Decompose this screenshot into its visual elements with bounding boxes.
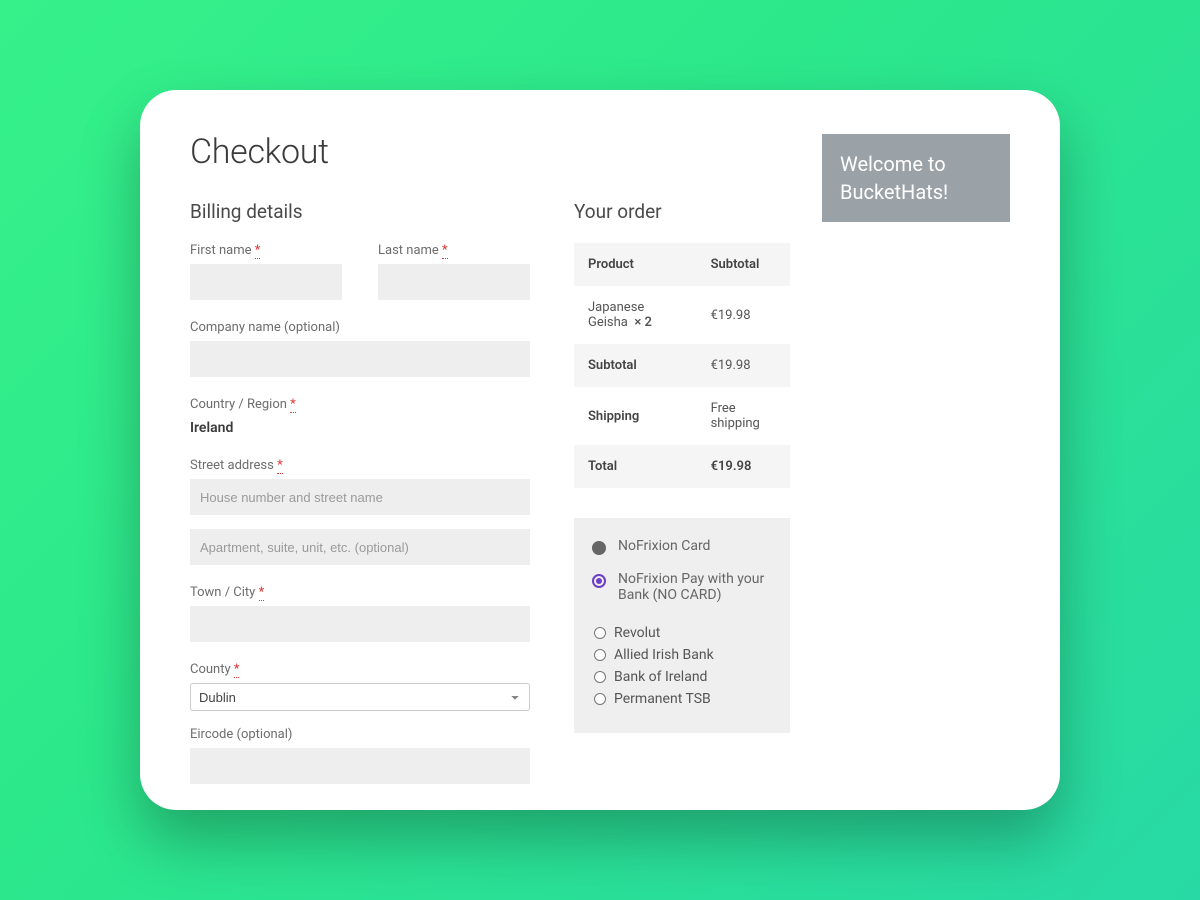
street2-field	[190, 529, 530, 565]
bank-option[interactable]: Permanent TSB	[594, 691, 772, 707]
first-name-label-text: First name	[190, 243, 251, 258]
col-product: Product	[574, 243, 697, 286]
town-label-text: Town / City	[190, 585, 255, 600]
order-item-row: Japanese Geisha × 2 €19.98	[574, 286, 790, 344]
first-name-input[interactable]	[190, 264, 342, 300]
country-field: Country / Region * Ireland	[190, 397, 530, 436]
shipping-label: Shipping	[574, 387, 697, 445]
company-label: Company name (optional)	[190, 320, 530, 335]
eircode-field: Eircode (optional)	[190, 727, 530, 784]
street-label: Street address *	[190, 458, 530, 473]
subtotal-value: €19.98	[697, 344, 790, 387]
checkout-card: Checkout Billing details First name *	[140, 90, 1060, 810]
last-name-label: Last name *	[378, 243, 530, 258]
order-column: Your order Product Subtotal Japanese	[574, 200, 790, 804]
payment-method-label: NoFrixion Pay with your Bank (NO CARD)	[618, 571, 772, 603]
total-value: €19.98	[697, 445, 790, 488]
payment-method-bank[interactable]: NoFrixion Pay with your Bank (NO CARD)	[592, 571, 772, 603]
country-value: Ireland	[190, 420, 530, 436]
col-subtotal: Subtotal	[697, 243, 790, 286]
required-mark: *	[442, 243, 448, 259]
payment-box: NoFrixion Card NoFrixion Pay with your B…	[574, 518, 790, 733]
subtotal-label: Subtotal	[574, 344, 697, 387]
bank-label: Revolut	[614, 625, 660, 641]
bank-radio[interactable]	[594, 649, 606, 661]
street-label-text: Street address	[190, 458, 274, 473]
main-column: Checkout Billing details First name *	[190, 132, 790, 810]
country-label: Country / Region *	[190, 397, 530, 412]
required-mark: *	[277, 458, 283, 474]
order-heading: Your order	[574, 200, 790, 223]
billing-column: Billing details First name * Last name	[190, 200, 530, 804]
page-title: Checkout	[190, 132, 790, 172]
bank-list: Revolut Allied Irish Bank Bank of Irelan…	[592, 625, 772, 707]
card-inner: Checkout Billing details First name *	[140, 90, 1060, 810]
street2-input[interactable]	[190, 529, 530, 565]
radio-icon	[592, 541, 606, 555]
bank-option[interactable]: Bank of Ireland	[594, 669, 772, 685]
company-input[interactable]	[190, 341, 530, 377]
street-field: Street address *	[190, 458, 530, 515]
order-item-subtotal: €19.98	[697, 286, 790, 344]
shipping-value: Free shipping	[697, 387, 790, 445]
bank-option[interactable]: Revolut	[594, 625, 772, 641]
order-table: Product Subtotal Japanese Geisha × 2 €19…	[574, 243, 790, 488]
required-mark: *	[259, 585, 265, 601]
town-field: Town / City *	[190, 585, 530, 642]
payment-method-label: NoFrixion Card	[618, 538, 710, 554]
country-label-text: Country / Region	[190, 397, 287, 412]
bank-radio[interactable]	[594, 693, 606, 705]
sidebar: Welcome to BucketHats!	[822, 132, 1010, 810]
town-input[interactable]	[190, 606, 530, 642]
town-label: Town / City *	[190, 585, 530, 600]
bank-label: Permanent TSB	[614, 691, 711, 707]
last-name-label-text: Last name	[378, 243, 439, 258]
company-field: Company name (optional)	[190, 320, 530, 377]
total-label: Total	[574, 445, 697, 488]
county-label-text: County	[190, 662, 231, 677]
bank-radio[interactable]	[594, 627, 606, 639]
eircode-input[interactable]	[190, 748, 530, 784]
county-label: County *	[190, 662, 530, 677]
payment-method-card[interactable]: NoFrixion Card	[592, 538, 772, 555]
bank-option[interactable]: Allied Irish Bank	[594, 647, 772, 663]
required-mark: *	[290, 397, 296, 413]
radio-icon	[592, 574, 606, 588]
county-field: County * Dublin	[190, 662, 530, 711]
county-select[interactable]: Dublin	[190, 683, 530, 711]
first-name-label: First name *	[190, 243, 342, 258]
bank-label: Bank of Ireland	[614, 669, 707, 685]
billing-heading: Billing details	[190, 200, 530, 223]
bank-label: Allied Irish Bank	[614, 647, 714, 663]
bank-radio[interactable]	[594, 671, 606, 683]
order-item-qty: × 2	[634, 315, 652, 330]
last-name-field: Last name *	[378, 243, 530, 300]
first-name-field: First name *	[190, 243, 342, 300]
welcome-box: Welcome to BucketHats!	[822, 134, 1010, 222]
eircode-label: Eircode (optional)	[190, 727, 530, 742]
name-row: First name * Last name *	[190, 243, 530, 300]
required-mark: *	[234, 662, 240, 678]
order-item-name-cell: Japanese Geisha × 2	[574, 286, 697, 344]
street-input[interactable]	[190, 479, 530, 515]
required-mark: *	[255, 243, 261, 259]
content-columns: Billing details First name * Last name	[190, 200, 790, 804]
last-name-input[interactable]	[378, 264, 530, 300]
